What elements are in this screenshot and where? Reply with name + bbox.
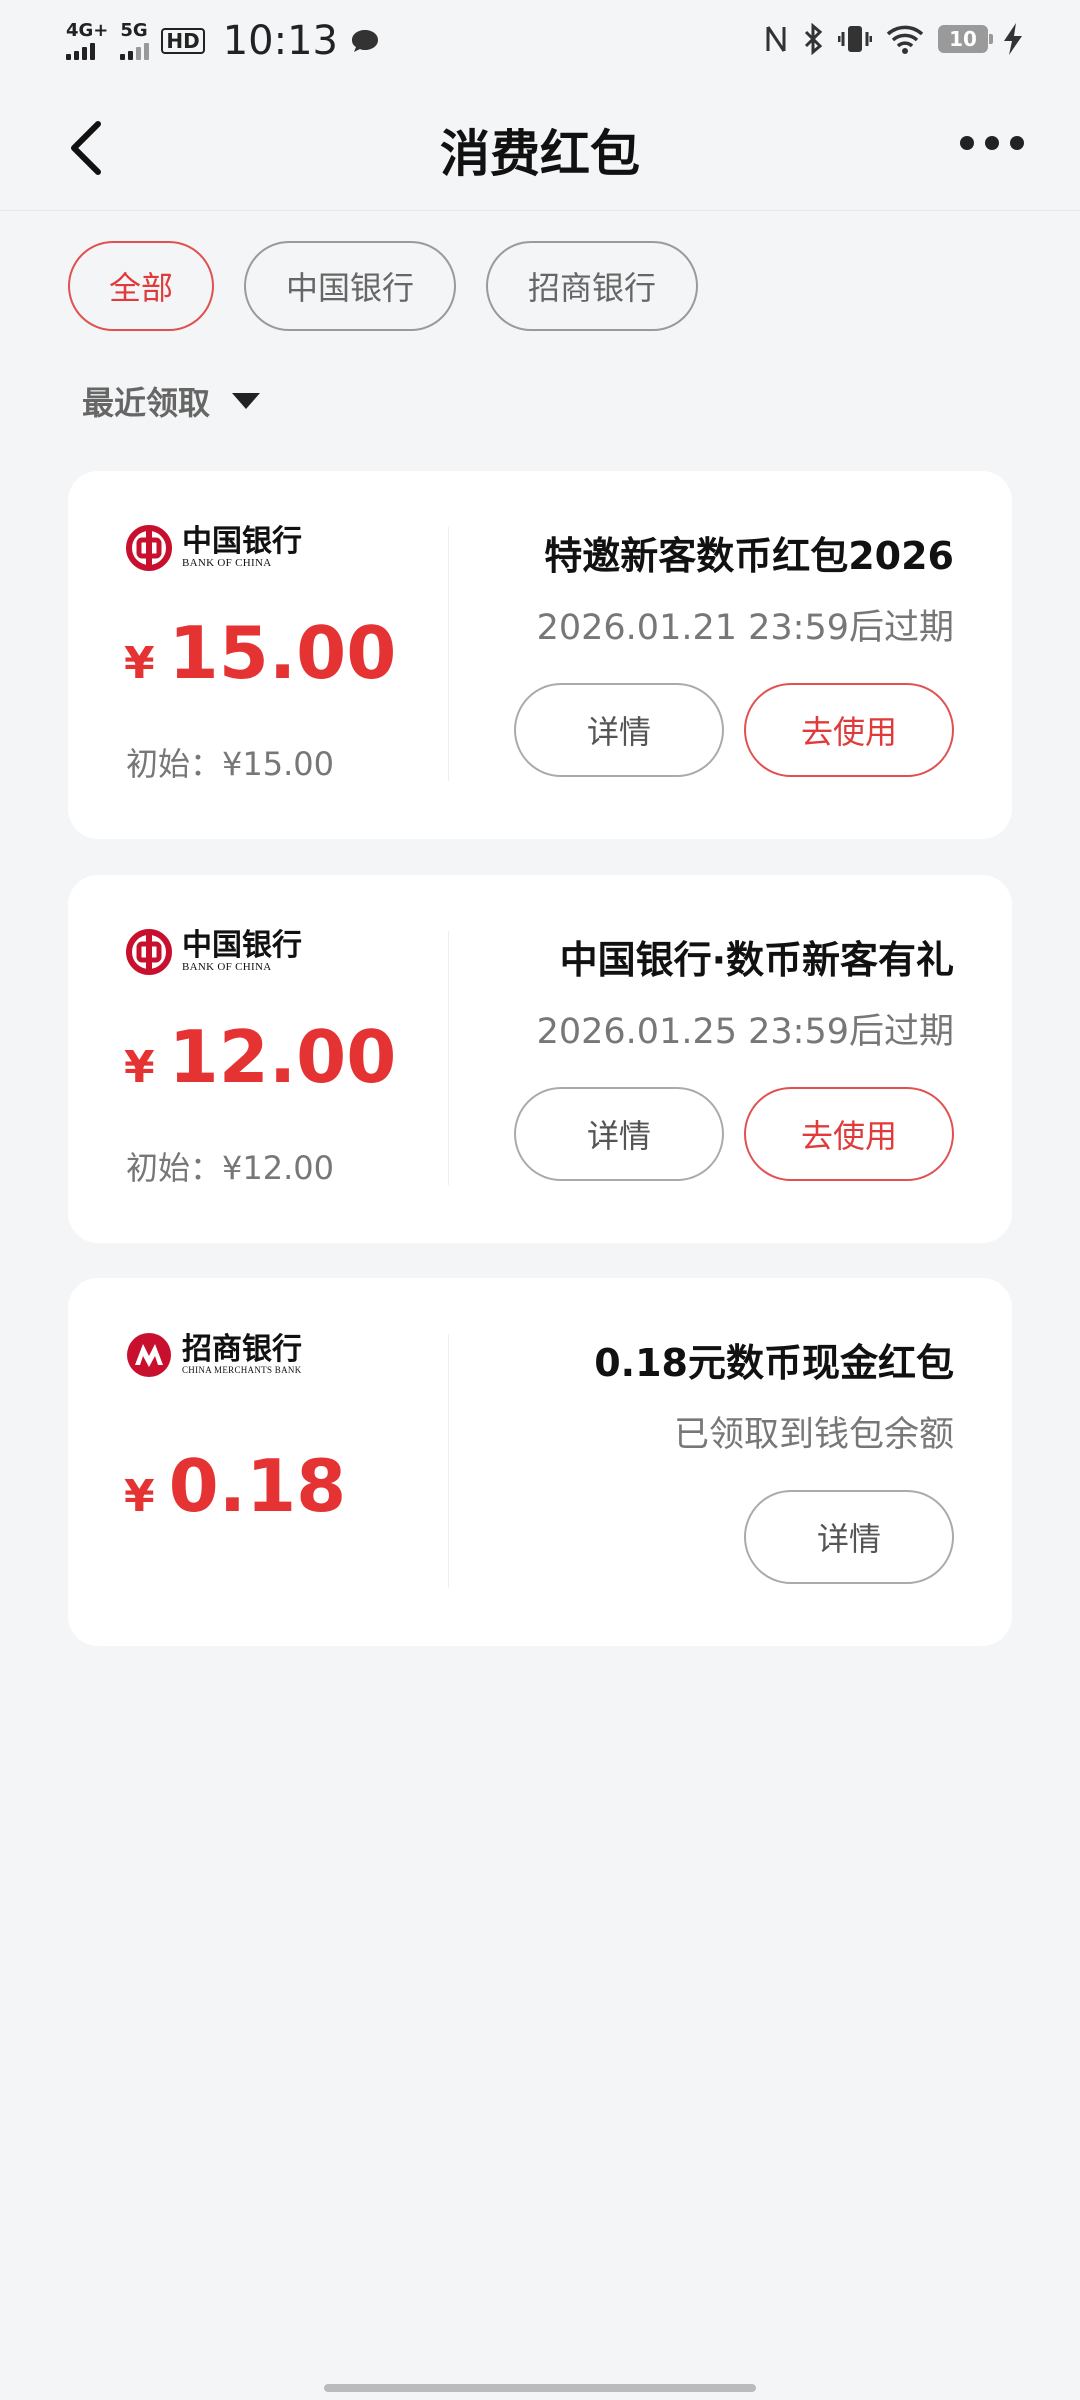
initial-amount: 初始：¥12.00 — [126, 1149, 334, 1187]
divider — [448, 931, 449, 1185]
expiry-text: 2026.01.21 23:59后过期 — [536, 608, 954, 648]
currency-symbol: ¥ — [124, 638, 155, 689]
wifi-icon — [886, 25, 924, 54]
bank-logo: 招商银行 CHINA MERCHANTS BANK — [126, 1330, 302, 1380]
amount: ¥ 12.00 — [124, 1015, 396, 1099]
home-indicator[interactable] — [324, 2384, 756, 2392]
detail-button[interactable]: 详情 — [514, 1087, 724, 1181]
clock: 10:13 — [222, 18, 339, 64]
bank-logo: 中国银行 BANK OF CHINA — [126, 523, 302, 573]
charging-icon — [1004, 23, 1022, 55]
amount: ¥ 0.18 — [124, 1444, 346, 1528]
sort-dropdown[interactable]: 最近领取 — [82, 378, 261, 424]
bank-name: 招商银行 CHINA MERCHANTS BANK — [182, 1332, 302, 1376]
hd-voice-icon: HD — [161, 28, 205, 54]
detail-button[interactable]: 详情 — [514, 683, 724, 777]
status-bar: 4G+ 5G HD 10:13 10 — [0, 0, 1080, 84]
network-type-label: 4G+ — [66, 20, 109, 41]
battery-level: 10 — [949, 27, 977, 51]
vibrate-icon — [838, 26, 872, 52]
page-title: 消费红包 — [440, 125, 640, 183]
status-right: 10 — [764, 22, 1024, 56]
signal-4g: 4G+ — [66, 22, 108, 60]
bank-name-en: CHINA MERCHANTS BANK — [182, 1365, 302, 1375]
signal-bars-icon — [66, 42, 95, 60]
divider — [448, 527, 449, 781]
filter-chip-cmb[interactable]: 招商银行 — [486, 241, 698, 331]
network-type-label: 5G — [120, 20, 148, 41]
nav-bar: 消费红包 — [0, 84, 1080, 211]
filter-chip-boc[interactable]: 中国银行 — [244, 241, 456, 331]
boc-logo-icon — [126, 525, 172, 571]
bank-logo: 中国银行 BANK OF CHINA — [126, 927, 302, 977]
bank-name: 中国银行 BANK OF CHINA — [182, 524, 302, 570]
currency-symbol: ¥ — [124, 1042, 155, 1093]
more-icon[interactable] — [960, 136, 1024, 150]
status-text: 已领取到钱包余额 — [673, 1415, 954, 1455]
bluetooth-icon — [804, 23, 823, 55]
red-packet-card: 招商银行 CHINA MERCHANTS BANK ¥ 0.18 0.18元数币… — [68, 1278, 1012, 1646]
detail-button[interactable]: 详情 — [744, 1490, 954, 1584]
status-left: 4G+ 5G HD 10:13 — [66, 18, 380, 64]
divider — [448, 1334, 449, 1588]
bank-name-cn: 中国银行 — [182, 928, 302, 963]
cmb-logo-icon — [127, 1333, 171, 1377]
initial-amount: 初始：¥15.00 — [126, 745, 334, 783]
sort-label: 最近领取 — [82, 384, 211, 422]
amount-value: 0.18 — [168, 1444, 347, 1528]
amount: ¥ 15.00 — [124, 611, 396, 695]
use-button[interactable]: 去使用 — [744, 683, 954, 777]
packet-title: 中国银行·数币新客有礼 — [559, 938, 954, 982]
packet-title: 特邀新客数币红包2026 — [544, 534, 954, 578]
signal-bars-icon — [120, 42, 150, 60]
bank-name-cn: 中国银行 — [182, 524, 302, 559]
filter-chip-all[interactable]: 全部 — [68, 241, 214, 331]
triangle-down-icon — [232, 393, 261, 409]
red-packet-card: 中国银行 BANK OF CHINA ¥ 12.00 初始：¥12.00 中国银… — [68, 875, 1012, 1243]
filter-chips: 全部 中国银行 招商银行 — [68, 241, 698, 331]
packet-title: 0.18元数币现金红包 — [594, 1341, 954, 1385]
boc-logo-icon — [126, 929, 172, 975]
bank-name-cn: 招商银行 — [182, 1332, 302, 1367]
signal-5g: 5G — [120, 20, 150, 60]
amount-value: 12.00 — [168, 1015, 397, 1099]
bank-name: 中国银行 BANK OF CHINA — [182, 928, 302, 974]
use-button[interactable]: 去使用 — [744, 1087, 954, 1181]
expiry-text: 2026.01.25 23:59后过期 — [536, 1012, 954, 1052]
red-packet-card: 中国银行 BANK OF CHINA ¥ 15.00 初始：¥15.00 特邀新… — [68, 471, 1012, 839]
battery-icon: 10 — [938, 25, 993, 53]
nfc-icon — [766, 26, 786, 52]
currency-symbol: ¥ — [124, 1471, 155, 1522]
message-icon — [352, 30, 379, 52]
amount-value: 15.00 — [168, 611, 397, 695]
